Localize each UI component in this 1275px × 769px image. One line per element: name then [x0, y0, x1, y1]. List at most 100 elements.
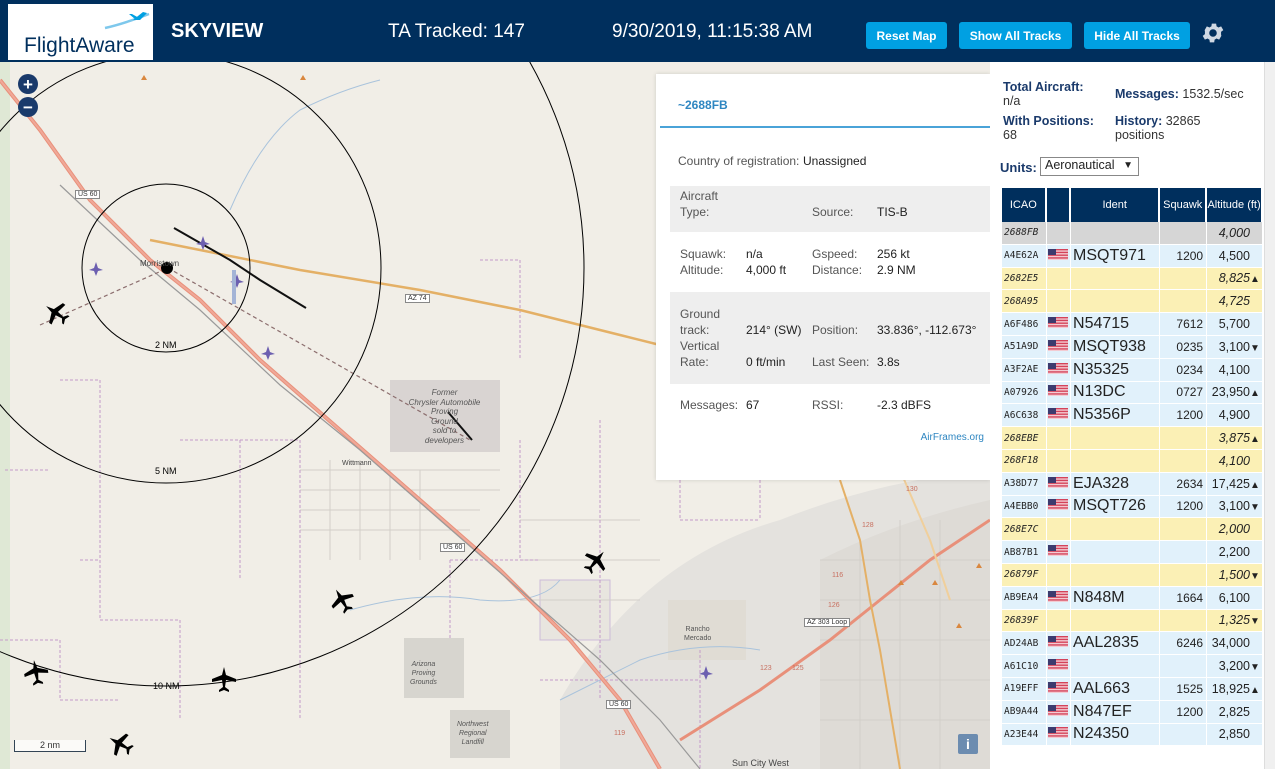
flag-cell [1046, 404, 1072, 428]
altitude-cell: 8,825▲ [1207, 267, 1263, 291]
table-row[interactable]: 2682E5 8,825▲ [1002, 267, 1263, 291]
ring-label-10nm: 10 NM [153, 681, 180, 691]
altitude-value: 2,850 [1218, 727, 1250, 742]
squawk-cell: 0235 [1160, 335, 1208, 359]
position-label: Position: [812, 323, 859, 337]
distance-value: 2.9 NM [877, 263, 916, 277]
column-ident[interactable]: Ident [1071, 188, 1161, 222]
zoom-out-button[interactable]: − [18, 97, 38, 117]
place-morristown: Morristown [140, 259, 180, 268]
altitude-label: Altitude: [680, 263, 724, 277]
table-row[interactable]: 268F18 4,100 [1002, 449, 1263, 473]
table-row[interactable]: AD24AB AAL2835 6246 34,000 [1002, 632, 1263, 656]
table-row[interactable]: A19EFF AAL663 1525 18,925▲ [1002, 677, 1263, 701]
table-row[interactable]: A6C638 N5356P 1200 4,900 [1002, 404, 1263, 428]
table-row[interactable]: A61C10 3,200▼ [1002, 655, 1263, 678]
squawk-cell: 1664 [1160, 586, 1208, 610]
altitude-cell: 6,100 [1207, 586, 1263, 610]
chevron-down-icon: ▼ [1123, 160, 1133, 171]
place-sun-city-west: Sun City West [732, 758, 789, 768]
squawk-cell [1160, 427, 1208, 450]
icao-cell: 268F18 [1002, 449, 1047, 473]
altitude-cell: 3,200▼ [1207, 655, 1263, 678]
flag-cell [1046, 541, 1072, 564]
flightaware-logo[interactable]: FlightAware [8, 4, 153, 60]
column-altitude[interactable]: Altitude (ft) [1207, 188, 1263, 222]
plane-logo-icon [104, 12, 150, 30]
road-label-az74: AZ 74 [405, 294, 430, 303]
road-label-126: 126 [828, 602, 840, 609]
column-icao[interactable]: ICAO [1002, 188, 1047, 222]
history-unit: positions [1115, 128, 1165, 142]
table-row[interactable]: A07926 N13DC 0727 23,950▲ [1002, 381, 1263, 405]
squawk-cell [1160, 267, 1208, 291]
table-row[interactable]: A4EBB0 MSQT726 1200 3,100▼ [1002, 495, 1263, 519]
squawk-cell: 1525 [1160, 677, 1208, 701]
table-row[interactable]: AB9EA4 N848M 1664 6,100 [1002, 586, 1263, 610]
altitude-value: 1,325 [1218, 613, 1250, 628]
messages-label: Messages: [680, 398, 739, 412]
hide-all-tracks-button[interactable]: Hide All Tracks [1084, 22, 1190, 49]
history-stat: History: 32865 positions [1115, 114, 1200, 142]
road-label-116: 116 [832, 572, 844, 579]
table-row[interactable]: 26839F 1,325▼ [1002, 609, 1263, 633]
table-row[interactable]: A4E62A MSQT971 1200 4,500 [1002, 244, 1263, 268]
table-row[interactable]: AB9A44 N847EF 1200 2,825 [1002, 700, 1263, 724]
altitude-cell: 2,825 [1207, 700, 1263, 724]
table-row[interactable]: 2688FB 4,000 [1002, 222, 1263, 245]
column-squawk[interactable]: Squawk [1160, 188, 1208, 222]
ident-cell [1071, 655, 1161, 678]
table-row[interactable]: 268EBE 3,875▲ [1002, 427, 1263, 450]
info-button[interactable]: i [958, 734, 978, 754]
altitude-cell: 4,900 [1207, 404, 1263, 428]
table-row[interactable]: A6F486 N54715 7612 5,700 [1002, 313, 1263, 336]
flag-cell [1046, 586, 1072, 610]
reset-map-button[interactable]: Reset Map [866, 22, 947, 49]
airframes-link[interactable]: AirFrames.org [921, 432, 984, 443]
table-row[interactable]: 26879F 1,500▼ [1002, 563, 1263, 587]
with-positions-stat: With Positions: 68 [1003, 114, 1094, 142]
table-row[interactable]: A23E44 N24350 2,850 [1002, 723, 1263, 747]
type-row: Aircraft Type: Source: TIS-B [670, 186, 990, 232]
climbing-icon: ▲ [1250, 388, 1260, 400]
altitude-cell: 2,850 [1207, 723, 1263, 747]
country-row: Country of registration: Unassigned [670, 154, 990, 176]
ground-track-value: 214° (SW) [746, 323, 802, 337]
ident-cell: MSQT938 [1071, 335, 1161, 359]
icao-cell: A4E62A [1002, 244, 1047, 268]
table-row[interactable]: A38D77 EJA328 2634 17,425▲ [1002, 472, 1263, 496]
flag-cell [1046, 609, 1072, 633]
icao-cell: A6F486 [1002, 313, 1047, 336]
zoom-in-button[interactable]: + [18, 74, 38, 94]
aircraft-table: ICAO Ident Squawk Altitude (ft) 2688FB 4,… [1002, 188, 1263, 769]
gear-icon[interactable] [1200, 20, 1226, 46]
us-flag-icon [1048, 704, 1069, 716]
icao-cell: 26839F [1002, 609, 1047, 633]
ident-cell: EJA328 [1071, 472, 1161, 496]
table-row[interactable]: AB87B1 2,200 [1002, 541, 1263, 564]
icao-cell: 268EBE [1002, 427, 1047, 450]
ring-label-5nm: 5 NM [155, 466, 177, 476]
altitude-value: 4,000 ft [746, 263, 787, 277]
history-value: 32865 [1165, 114, 1201, 128]
column-flag[interactable] [1046, 188, 1072, 222]
table-row[interactable]: 268A95 4,725 [1002, 290, 1263, 314]
altitude-cell: 2,200 [1207, 541, 1263, 564]
us-flag-icon [1048, 476, 1069, 488]
top-bar: FlightAware SKYVIEW TA Tracked: 147 9/30… [0, 0, 1275, 62]
units-select[interactable]: Aeronautical ▼ [1040, 157, 1139, 176]
ident-cell [1071, 267, 1161, 291]
show-all-tracks-button[interactable]: Show All Tracks [959, 22, 1072, 49]
table-row[interactable]: A3F2AE N35325 0234 4,100 [1002, 358, 1263, 382]
ident-cell: N54715 [1071, 313, 1161, 336]
table-row[interactable]: 268E7C 2,000 [1002, 518, 1263, 542]
table-row[interactable]: A51A9D MSQT938 0235 3,100▼ [1002, 335, 1263, 359]
with-positions-label: With Positions: [1003, 114, 1094, 128]
vertical-rate-value: 0 ft/min [746, 355, 786, 369]
us-flag-icon [1048, 408, 1069, 420]
ident-cell [1071, 290, 1161, 314]
sidebar-scrollbar[interactable] [1264, 62, 1275, 769]
icao-cell: AB9EA4 [1002, 586, 1047, 610]
squawk-row: Squawk: n/a Gspeed: 256 kt Altitude: 4,0… [670, 244, 990, 284]
us-flag-icon [1048, 681, 1069, 693]
